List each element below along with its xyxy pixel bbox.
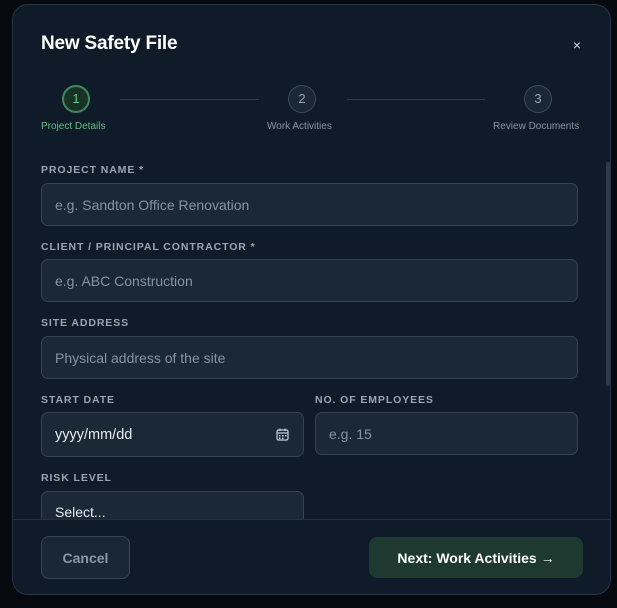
site-address-label: SITE ADDRESS	[41, 317, 130, 329]
project-name-label: PROJECT NAME *	[41, 164, 145, 176]
start-date-label: START DATE	[41, 394, 115, 406]
step-2-label: Work Activities	[267, 121, 332, 132]
client-label: CLIENT / PRINCIPAL CONTRACTOR *	[41, 241, 256, 253]
step-1-indicator[interactable]: 1	[62, 85, 90, 113]
dialog-title: New Safety File	[41, 33, 178, 54]
footer-divider	[13, 519, 610, 520]
cancel-button[interactable]: Cancel	[41, 536, 130, 579]
form-scrollbar[interactable]	[606, 162, 610, 386]
project-name-input[interactable]: e.g. Sandton Office Renovation	[41, 183, 578, 226]
step-connector	[347, 99, 485, 100]
employees-label: NO. OF EMPLOYEES	[315, 394, 434, 406]
client-input[interactable]: e.g. ABC Construction	[41, 259, 578, 302]
new-safety-file-dialog: New Safety File × 1 2 3 Project Details …	[12, 4, 611, 595]
step-3-indicator[interactable]: 3	[524, 85, 552, 113]
start-date-input[interactable]: yyyy/mm/dd	[41, 412, 304, 457]
site-address-input[interactable]: Physical address of the site	[41, 336, 578, 379]
start-date-value: yyyy/mm/dd	[55, 426, 133, 443]
employees-input[interactable]: e.g. 15	[315, 412, 578, 455]
step-1-label: Project Details	[41, 121, 106, 132]
step-3-label: Review Documents	[493, 121, 580, 132]
close-icon[interactable]: ×	[570, 38, 584, 52]
next-button[interactable]: Next: Work Activities →	[369, 537, 583, 578]
step-connector	[120, 99, 259, 100]
step-2-indicator[interactable]: 2	[288, 85, 316, 113]
risk-level-label: RISK LEVEL	[41, 472, 112, 484]
calendar-icon[interactable]	[276, 428, 289, 441]
